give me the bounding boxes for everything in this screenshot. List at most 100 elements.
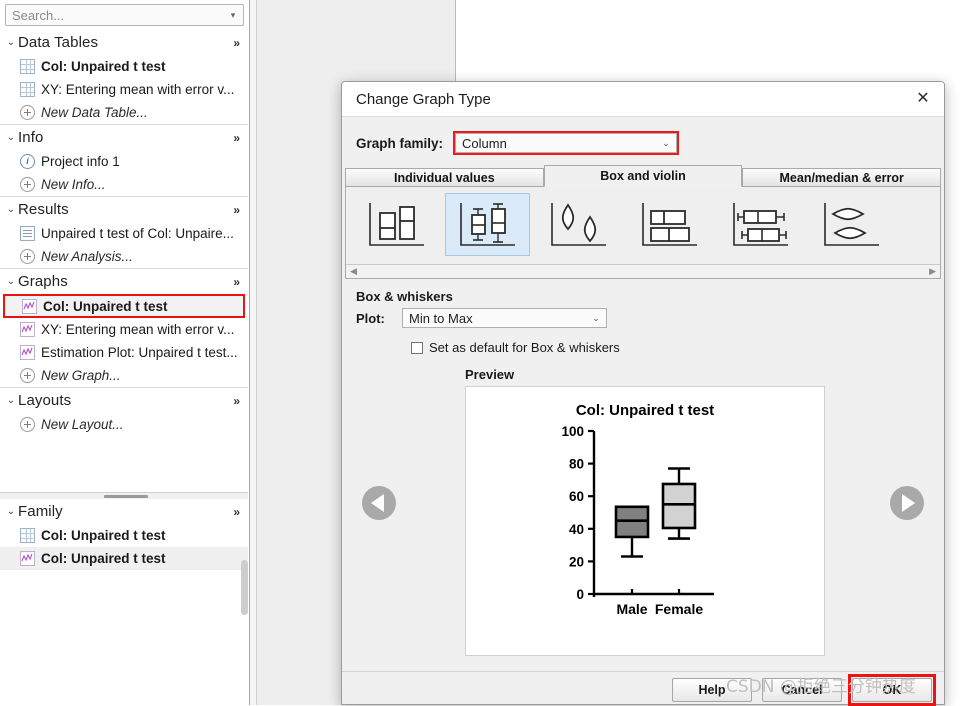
preview-chart: Col: Unpaired t test 0 20 40 60 80 100 Male Fema… <box>465 386 825 656</box>
tab-0[interactable]: Individual values <box>345 168 544 187</box>
nav-item-label: Col: Unpaired t test <box>41 59 166 74</box>
plus-circle-icon <box>20 249 35 264</box>
nav-item[interactable]: Col: Unpaired t test <box>0 547 248 570</box>
chevron-down-icon[interactable]: ⌄ <box>4 506 18 517</box>
arrow-left-icon <box>371 494 384 512</box>
nav-item[interactable]: New Analysis... <box>0 245 248 268</box>
nav-section-header[interactable]: ⌄ Family » <box>0 499 248 524</box>
dialog-title: Change Graph Type <box>356 90 491 108</box>
violin-plot-thumb[interactable] <box>536 193 621 256</box>
graph-type-tabs[interactable]: Individual values Box and violin Mean/medi… <box>345 165 942 187</box>
violin-plot-horizontal-thumb[interactable] <box>809 193 894 256</box>
chevron-down-icon[interactable]: ▾ <box>223 10 243 20</box>
info-icon: i <box>20 154 35 169</box>
box-whiskers-horizontal-thumb[interactable] <box>718 193 803 256</box>
expand-icon[interactable]: » <box>233 36 242 50</box>
project-navigator: ▾ ⌄Data Tables» Col: Unpaired t test XY: E… <box>0 0 250 705</box>
nav-item[interactable]: Unpaired t test of Col: Unpaire... <box>0 222 248 245</box>
tab-1[interactable]: Box and violin <box>543 165 743 187</box>
nav-item[interactable]: New Graph... <box>0 364 248 387</box>
search-box[interactable]: ▾ <box>5 4 244 26</box>
box-whiskers-vertical-thumb[interactable] <box>445 193 530 256</box>
nav-item[interactable]: Col: Unpaired t test <box>0 55 248 78</box>
chevron-down-icon[interactable]: ⌄ <box>4 132 18 143</box>
nav-item[interactable]: Col: Unpaired t test <box>3 294 245 318</box>
nav-section-header[interactable]: ⌄ Data Tables » <box>0 30 248 55</box>
nav-section-header[interactable]: ⌄ Layouts » <box>0 387 248 413</box>
tab-2[interactable]: Mean/median & error <box>742 168 942 187</box>
nav-section-title: Info <box>18 129 44 146</box>
nav-section-title: Graphs <box>18 273 68 290</box>
plot-label: Plot: <box>356 310 385 326</box>
workspace-panel-edge <box>250 0 257 705</box>
nav-item[interactable]: i Project info 1 <box>0 150 248 173</box>
nav-item-label: New Layout... <box>41 417 124 432</box>
close-icon[interactable]: ✕ <box>908 86 938 112</box>
expand-icon[interactable]: » <box>233 394 242 408</box>
chart-title: Col: Unpaired t test <box>576 402 714 419</box>
expand-icon[interactable]: » <box>233 275 242 289</box>
plot-value: Min to Max <box>409 310 473 326</box>
chevron-down-icon[interactable]: ⌄ <box>656 138 676 149</box>
thumbnail-strip[interactable] <box>346 187 940 256</box>
nav-item-label: XY: Entering mean with error v... <box>41 322 235 337</box>
y-tick-label: 80 <box>569 457 584 472</box>
chevron-down-icon[interactable]: ⌄ <box>4 204 18 215</box>
dialog-title-bar: Change Graph Type ✕ <box>342 82 944 117</box>
floating-bars-horizontal-thumb[interactable] <box>627 193 712 256</box>
splitter-grip[interactable] <box>104 495 148 498</box>
set-default-row[interactable]: Set as default for Box & whiskers <box>411 340 944 355</box>
scroll-right-icon[interactable]: ▶ <box>929 266 936 277</box>
set-default-checkbox[interactable] <box>411 341 423 354</box>
nav-section-header[interactable]: ⌄ Results » <box>0 196 248 222</box>
graph-type-gallery[interactable]: ◀ ▶ <box>345 187 941 279</box>
navigator-tree[interactable]: ⌄ Data Tables» Col: Unpaired t test XY: Ent… <box>0 30 248 492</box>
nav-item-label: Estimation Plot: Unpaired t test... <box>41 345 238 360</box>
gallery-scrollbar[interactable]: ◀ ▶ <box>346 264 940 278</box>
nav-item-label: New Data Table... <box>41 105 148 120</box>
chevron-down-icon[interactable]: ⌄ <box>4 37 18 48</box>
y-tick-label: 100 <box>561 424 584 439</box>
nav-section-header[interactable]: ⌄ Info » <box>0 124 248 150</box>
plus-circle-icon <box>20 177 35 192</box>
results-icon <box>20 226 35 241</box>
nav-item[interactable]: XY: Entering mean with error v... <box>0 318 248 341</box>
x-tick-label: Female <box>655 601 703 617</box>
nav-section-header[interactable]: ⌄ Graphs » <box>0 268 248 294</box>
navigator-scrollbar[interactable] <box>241 560 248 615</box>
chevron-down-icon[interactable]: ⌄ <box>586 313 606 324</box>
nav-item[interactable]: XY: Entering mean with error v... <box>0 78 248 101</box>
preview-area: Col: Unpaired t test 0 20 40 60 80 100 Male Fema… <box>342 386 944 661</box>
expand-icon[interactable]: » <box>233 203 242 217</box>
graph-family-select[interactable]: Column ⌄ <box>455 133 678 153</box>
graph-icon <box>20 322 35 337</box>
expand-icon[interactable]: » <box>233 131 242 145</box>
nav-item[interactable]: New Layout... <box>0 413 248 436</box>
nav-section-title: Family <box>18 503 63 520</box>
chevron-down-icon[interactable]: ⌄ <box>4 276 18 287</box>
scroll-left-icon[interactable]: ◀ <box>350 266 357 277</box>
previous-graph-type-button[interactable] <box>362 486 396 520</box>
plus-circle-icon <box>20 417 35 432</box>
watermark: CSDN @拒绝三分钟热度 <box>726 677 916 697</box>
plot-select[interactable]: Min to Max ⌄ <box>402 308 607 328</box>
nav-item-label: Col: Unpaired t test <box>41 551 166 566</box>
nav-item[interactable]: Col: Unpaired t test <box>0 524 248 547</box>
x-tick-label: Male <box>616 601 647 617</box>
y-tick-label: 40 <box>569 522 584 537</box>
plus-circle-icon <box>20 105 35 120</box>
tab-label: Mean/median & error <box>779 170 904 185</box>
table-icon <box>20 528 35 543</box>
nav-item[interactable]: New Data Table... <box>0 101 248 124</box>
nav-item[interactable]: New Info... <box>0 173 248 196</box>
floating-bars-thumb[interactable] <box>354 193 439 256</box>
graph-icon <box>20 551 35 566</box>
search-input[interactable] <box>6 6 223 24</box>
nav-section-title: Results <box>18 201 69 218</box>
expand-icon[interactable]: » <box>233 505 242 519</box>
chevron-down-icon[interactable]: ⌄ <box>4 395 18 406</box>
nav-item[interactable]: Estimation Plot: Unpaired t test... <box>0 341 248 364</box>
next-graph-type-button[interactable] <box>890 486 924 520</box>
plot-row: Plot: Min to Max ⌄ <box>356 308 944 328</box>
nav-item-label: XY: Entering mean with error v... <box>41 82 235 97</box>
